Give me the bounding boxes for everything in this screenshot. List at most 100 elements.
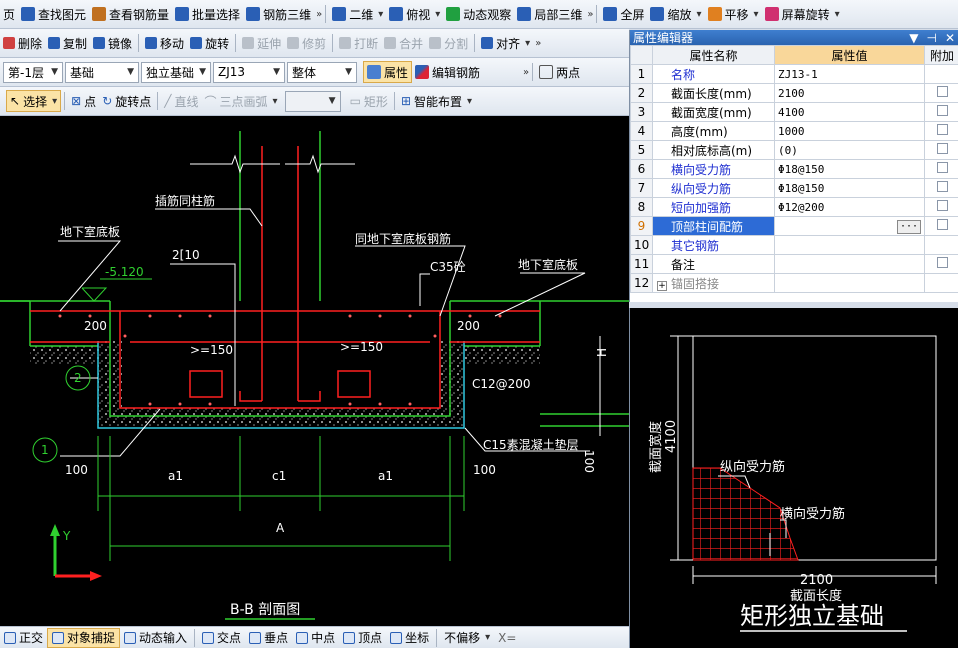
property-name[interactable]: 其它钢筋 bbox=[652, 235, 775, 255]
property-value[interactable] bbox=[774, 254, 925, 274]
edit-rebar-button[interactable]: 编辑钢筋 bbox=[412, 61, 483, 83]
status-toggle-1[interactable]: 对象捕捉 bbox=[47, 627, 121, 648]
properties-button[interactable]: 属性 bbox=[363, 61, 413, 83]
section-drawing[interactable]: 插筋同柱筋 地下室底板 地下室底板 同地下室底板钢筋 C35砼 2[10 -5.… bbox=[0, 116, 629, 626]
property-row[interactable]: 10 其它钢筋 bbox=[630, 235, 958, 255]
property-value[interactable] bbox=[774, 273, 925, 293]
rotate-point-button[interactable]: ↻ 旋转点 bbox=[99, 90, 154, 112]
more-chevron-icon[interactable]: » bbox=[587, 9, 593, 20]
toolbar-button-9[interactable]: 全屏 bbox=[600, 3, 647, 25]
attach-checkbox[interactable] bbox=[936, 257, 948, 268]
status-toggle-0[interactable]: 正交 bbox=[0, 628, 47, 648]
property-value[interactable]: 4100 bbox=[774, 102, 925, 122]
category-select[interactable]: 基础 ▼ bbox=[65, 61, 139, 83]
edit-button-8[interactable]: 合并 bbox=[381, 32, 426, 54]
attach-checkbox[interactable] bbox=[936, 162, 948, 173]
toolbar-button-11[interactable]: 平移 ▾ bbox=[705, 3, 762, 25]
toolbar-button-10[interactable]: 缩放 ▾ bbox=[647, 3, 704, 25]
property-row[interactable]: 11 备注 bbox=[630, 254, 958, 274]
toolbar-button-0[interactable]: 页 bbox=[0, 3, 18, 25]
property-row[interactable]: 7 纵向受力筋 Φ18@150 bbox=[630, 178, 958, 198]
property-value[interactable]: Φ18@150 bbox=[774, 178, 925, 198]
attach-checkbox[interactable] bbox=[936, 86, 948, 97]
status-toggle-5[interactable]: 中点 bbox=[292, 628, 339, 648]
more-chevron-icon[interactable]: » bbox=[535, 38, 541, 49]
status-toggle-7[interactable]: 坐标 bbox=[386, 628, 433, 648]
property-row[interactable]: 5 相对底标高(m) (0) bbox=[630, 140, 958, 160]
edit-button-7[interactable]: 打断 bbox=[336, 32, 381, 54]
property-row[interactable]: 6 横向受力筋 Φ18@150 bbox=[630, 159, 958, 179]
toolbar-button-6[interactable]: 俯视 ▾ bbox=[386, 3, 443, 25]
edit-button-9[interactable]: 分割 bbox=[426, 32, 471, 54]
drawing-canvas[interactable]: 插筋同柱筋 地下室底板 地下室底板 同地下室底板钢筋 C35砼 2[10 -5.… bbox=[0, 116, 629, 626]
part-select[interactable]: 整体 ▼ bbox=[287, 61, 357, 83]
property-row[interactable]: 3 截面宽度(mm) 4100 bbox=[630, 102, 958, 122]
property-value[interactable]: Φ18@150 bbox=[774, 159, 925, 179]
property-row[interactable]: 12 + 锚固搭接 bbox=[630, 273, 958, 293]
status-toggle-2[interactable]: 动态输入 bbox=[120, 628, 191, 648]
arc-button[interactable]: ⌒ 三点画弧 ▾ bbox=[202, 90, 281, 112]
smart-layout-button[interactable]: ⊞ 智能布置 ▾ bbox=[398, 90, 475, 112]
property-row[interactable]: 4 高度(mm) 1000 bbox=[630, 121, 958, 141]
property-value[interactable]: Φ12@200 bbox=[774, 197, 925, 217]
pin-panel-icon[interactable]: ⊣ bbox=[926, 31, 936, 45]
property-row[interactable]: 2 截面长度(mm) 2100 bbox=[630, 83, 958, 103]
property-value[interactable]: (0) bbox=[774, 140, 925, 160]
toolbar-button-7[interactable]: 动态观察 bbox=[443, 3, 514, 25]
attach-checkbox[interactable] bbox=[936, 124, 948, 135]
property-value[interactable]: ZJ13-1 bbox=[774, 64, 925, 84]
attach-checkbox[interactable] bbox=[936, 200, 948, 211]
edit-button-3[interactable]: 移动 bbox=[142, 32, 187, 54]
property-name[interactable]: 截面长度(mm) bbox=[652, 83, 775, 103]
edit-button-10[interactable]: 对齐 ▾ bbox=[478, 32, 533, 54]
status-toggle-6[interactable]: 顶点 bbox=[339, 628, 386, 648]
toolbar-button-12[interactable]: 屏幕旋转 ▾ bbox=[762, 3, 843, 25]
rect-button[interactable]: ▭ 矩形 bbox=[347, 90, 391, 112]
property-name[interactable]: 备注 bbox=[652, 254, 775, 274]
status-toggle-3[interactable]: 交点 bbox=[198, 628, 245, 648]
toolbar-button-3[interactable]: 批量选择 bbox=[172, 3, 243, 25]
more-chevron-icon[interactable]: » bbox=[316, 9, 322, 20]
edit-button-2[interactable]: 镜像 bbox=[90, 32, 135, 54]
property-value[interactable]: 1000 bbox=[774, 121, 925, 141]
edit-button-1[interactable]: 复制 bbox=[45, 32, 90, 54]
toolbar-button-2[interactable]: 查看钢筋量 bbox=[89, 3, 172, 25]
offset-select[interactable]: 不偏移 ▾ bbox=[440, 628, 494, 648]
property-row[interactable]: 8 短向加强筋 Φ12@200 bbox=[630, 197, 958, 217]
close-icon[interactable]: ✕ bbox=[945, 31, 955, 45]
toolbar-button-5[interactable]: 二维 ▾ bbox=[329, 3, 386, 25]
attach-checkbox[interactable] bbox=[936, 143, 948, 154]
expand-icon[interactable]: + bbox=[657, 280, 667, 291]
property-row[interactable]: 1 名称 ZJ13-1 bbox=[630, 64, 958, 84]
property-name[interactable]: 截面宽度(mm) bbox=[652, 102, 775, 122]
edit-button-0[interactable]: 删除 bbox=[0, 32, 45, 54]
select-button[interactable]: ↖ 选择 ▾ bbox=[6, 90, 62, 112]
two-points-button[interactable]: 两点 bbox=[536, 61, 583, 83]
property-name[interactable]: 名称 bbox=[652, 64, 775, 84]
toolbar-button-4[interactable]: 钢筋三维 bbox=[243, 3, 314, 25]
property-name[interactable]: + 锚固搭接 bbox=[652, 273, 775, 293]
property-value[interactable]: ··· bbox=[774, 216, 925, 236]
status-toggle-4[interactable]: 垂点 bbox=[245, 628, 292, 648]
property-name[interactable]: 横向受力筋 bbox=[652, 159, 775, 179]
attach-checkbox[interactable] bbox=[936, 105, 948, 116]
floor-select[interactable]: 第-1层 ▼ bbox=[3, 61, 63, 83]
attach-checkbox[interactable] bbox=[936, 181, 948, 192]
property-name[interactable]: 纵向受力筋 bbox=[652, 178, 775, 198]
property-name[interactable]: 高度(mm) bbox=[652, 121, 775, 141]
arc-option-select[interactable]: ▼ bbox=[284, 90, 341, 112]
type-select[interactable]: 独立基础 ▼ bbox=[141, 61, 211, 83]
toolbar-button-8[interactable]: 局部三维 bbox=[514, 3, 585, 25]
property-row[interactable]: 9 顶部柱间配筋 ··· bbox=[630, 216, 958, 236]
attach-checkbox[interactable] bbox=[936, 219, 948, 230]
property-name[interactable]: 相对底标高(m) bbox=[652, 140, 775, 160]
ellipsis-button[interactable]: ··· bbox=[896, 220, 921, 234]
property-name[interactable]: 顶部柱间配筋 bbox=[652, 216, 775, 236]
edit-button-4[interactable]: 旋转 bbox=[187, 32, 232, 54]
property-name[interactable]: 短向加强筋 bbox=[652, 197, 775, 217]
edit-button-5[interactable]: 延伸 bbox=[239, 32, 284, 54]
line-button[interactable]: ╱ 直线 bbox=[161, 90, 201, 112]
x-coordinate-field[interactable]: X= bbox=[494, 628, 520, 648]
pin-icon[interactable]: ▼ bbox=[909, 31, 918, 45]
edit-button-6[interactable]: 修剪 bbox=[284, 32, 329, 54]
